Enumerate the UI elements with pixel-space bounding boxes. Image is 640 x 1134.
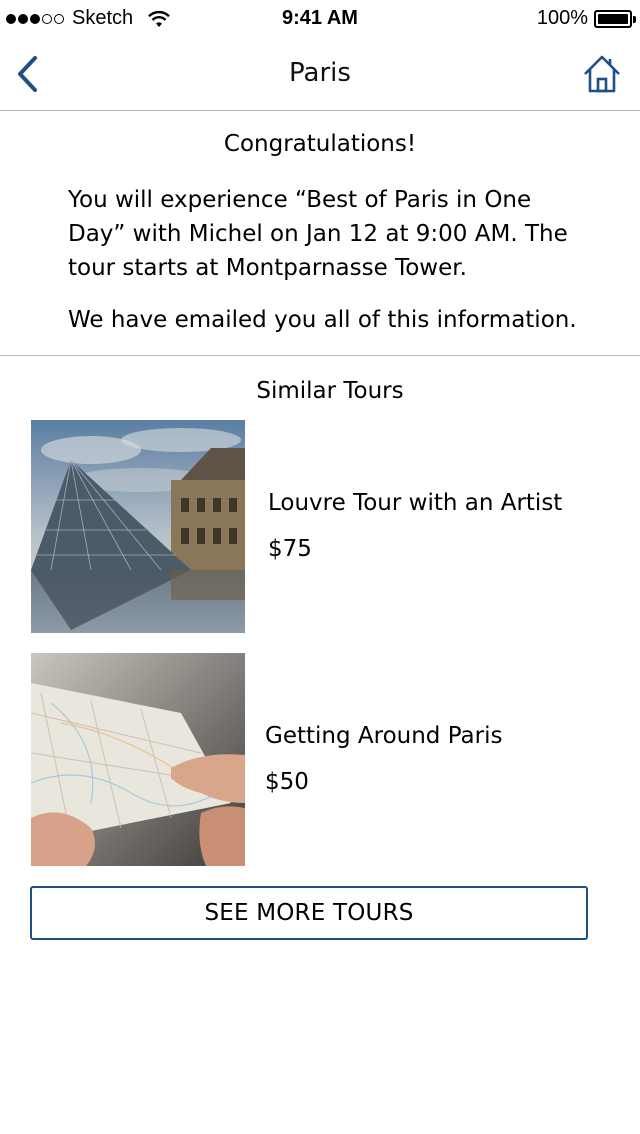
paris-map-image — [31, 653, 245, 866]
nav-bar: Paris — [0, 40, 640, 111]
battery-fill — [598, 13, 628, 24]
battery-percent: 100% — [536, 7, 588, 29]
tour-card-louvre[interactable]: Louvre Tour with an Artist $75 — [0, 420, 640, 634]
home-button[interactable] — [582, 50, 622, 98]
tour-card-getting-around[interactable]: Getting Around Paris $50 — [0, 653, 640, 867]
louvre-pyramid-image — [31, 420, 245, 633]
confirmation-details: You will experience “Best of Paris in On… — [68, 187, 568, 281]
home-icon — [584, 55, 620, 93]
see-more-tours-button[interactable]: SEE MORE TOURS — [30, 886, 588, 940]
tour-price: $75 — [268, 536, 312, 562]
booking-confirmation: Congratulations! You will experience “Be… — [0, 111, 640, 356]
congrats-heading: Congratulations! — [223, 131, 417, 157]
tour-price: $50 — [265, 769, 309, 795]
similar-tours-heading: Similar Tours — [256, 378, 404, 404]
page-title: Paris — [289, 58, 351, 88]
status-right: 100% — [536, 7, 636, 30]
battery-tip — [633, 15, 636, 23]
status-bar: Sketch 9:41 AM 100% — [0, 0, 640, 40]
tour-name: Getting Around Paris — [265, 723, 503, 749]
email-notice: We have emailed you all of this informat… — [68, 307, 577, 333]
tour-name: Louvre Tour with an Artist — [268, 490, 563, 516]
battery-icon — [594, 9, 636, 28]
